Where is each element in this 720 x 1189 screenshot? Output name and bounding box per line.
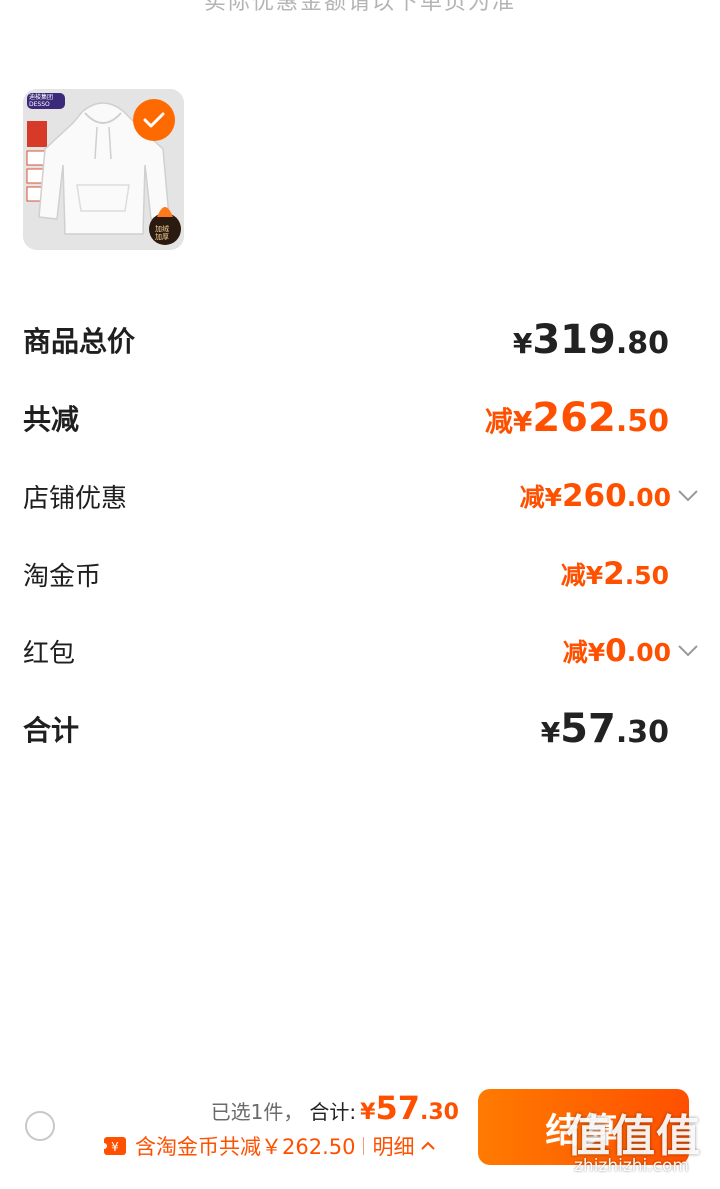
subtotal-row: 商品总价 ¥319.80 xyxy=(23,315,669,365)
checkout-button[interactable]: 结算 xyxy=(478,1089,689,1165)
chevron-down-icon[interactable] xyxy=(677,644,699,658)
detail-link[interactable]: 明细 xyxy=(372,1131,414,1161)
selected-count: 已选1件， xyxy=(210,1100,304,1124)
shop-discount-label: 店铺优惠 xyxy=(23,483,128,514)
total-label: 合计 xyxy=(23,714,80,747)
svg-text:¥: ¥ xyxy=(111,1140,119,1154)
divider xyxy=(363,1137,365,1155)
warm-badge: 加绒 加厚 xyxy=(155,225,169,241)
selection-summary: 已选1件， 合计: ¥57.30 xyxy=(211,1089,459,1127)
red-packet-row[interactable]: 红包 减¥ 0.00 xyxy=(23,626,699,676)
total-amount: ¥57.30 xyxy=(540,706,669,752)
select-all-radio[interactable] xyxy=(25,1111,55,1141)
shop-discount-row[interactable]: 店铺优惠 减¥ 260.00 xyxy=(23,471,699,521)
selected-check-icon[interactable] xyxy=(133,99,175,141)
bottom-total-label: 合计: xyxy=(309,1100,357,1124)
taojinbi-label: 淘金币 xyxy=(23,561,102,592)
shop-discount-amount: 减¥ 260.00 xyxy=(519,478,671,514)
subtotal-label: 商品总价 xyxy=(23,325,136,358)
total-discount-label: 共减 xyxy=(23,403,80,436)
subtotal-amount: ¥319.80 xyxy=(512,317,669,363)
chevron-up-icon[interactable] xyxy=(420,1141,436,1151)
total-discount-amount: 减¥ 262.50 xyxy=(484,395,669,441)
taojinbi-amount: 减¥ 2.50 xyxy=(560,556,669,592)
total-row: 合计 ¥57.30 xyxy=(23,704,669,754)
coin-discount-text: 含淘金币共减￥262.50 xyxy=(135,1135,356,1159)
taojinbi-row: 淘金币 减¥ 2.50 xyxy=(23,549,669,599)
red-packet-label: 红包 xyxy=(23,638,76,669)
total-discount-row: 共减 减¥ 262.50 xyxy=(23,393,669,443)
coupon-icon: ¥ xyxy=(103,1137,126,1155)
brand-badge: 迪梭集团 DESSO xyxy=(29,94,54,108)
red-packet-amount: 减¥ 0.00 xyxy=(562,633,671,669)
coin-discount-line[interactable]: ¥ 含淘金币共减￥262.50 明细 xyxy=(103,1131,436,1161)
chevron-down-icon[interactable] xyxy=(677,489,699,503)
price-disclaimer: 实际优惠金额请以下单页为准 xyxy=(203,0,516,15)
bottom-total-amount: ¥57.30 xyxy=(360,1089,459,1127)
